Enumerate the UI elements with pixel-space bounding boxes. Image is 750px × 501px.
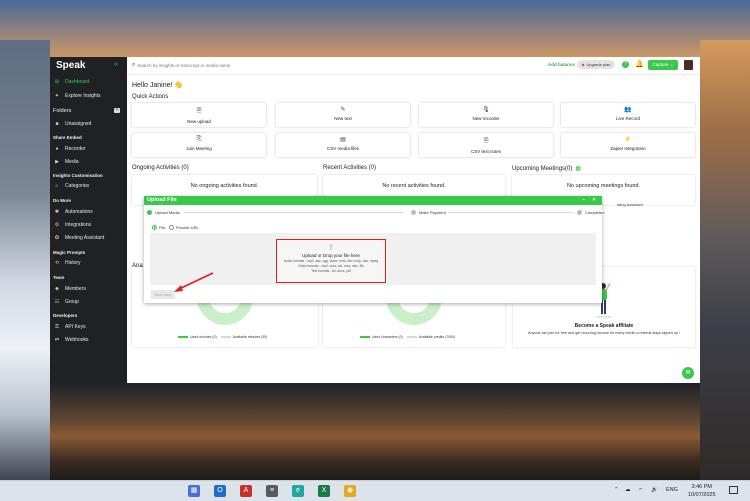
desktop-wallpaper-left (0, 40, 50, 480)
desktop-wallpaper-bottom (50, 383, 700, 480)
chat-bubble-icon[interactable]: ✉ (682, 367, 694, 379)
red-annotation-arrow (174, 272, 214, 292)
settings-sliders-icon[interactable]: ≡ (266, 485, 278, 497)
cloud-icon[interactable]: ☁ (625, 487, 631, 493)
language-indicator[interactable]: ENG (666, 487, 678, 493)
clock-date: 10/07/2025 (688, 492, 716, 498)
wifi-icon[interactable]: ⌔ (638, 487, 643, 494)
calculator-icon[interactable]: ▦ (188, 485, 200, 497)
pdf-app-icon[interactable]: A (240, 485, 252, 497)
clock-time: 3:46 PM (691, 484, 712, 490)
outlook-icon[interactable]: O (214, 485, 226, 497)
chrome-icon[interactable]: ◉ (344, 485, 356, 497)
edge-browser-icon[interactable]: e (292, 485, 304, 497)
speak-app-window: Speak « ⊞ Dashboard ✦ Explore Insights Fol… (50, 57, 700, 383)
chevron-up-icon[interactable]: ⌃ (614, 487, 619, 493)
windows-taskbar: ▦ O A ≡ e X ◉ ⌃ ☁ ⌔ 🔊 ENG 3:46 PM 10/07/2… (0, 480, 750, 501)
desktop-wallpaper-right (700, 40, 750, 480)
notification-icon[interactable] (729, 486, 738, 494)
excel-icon[interactable]: X (318, 485, 330, 497)
system-clock[interactable]: 3:46 PM 10/07/2025 (688, 483, 716, 499)
speaker-icon[interactable]: 🔊 (651, 487, 658, 493)
